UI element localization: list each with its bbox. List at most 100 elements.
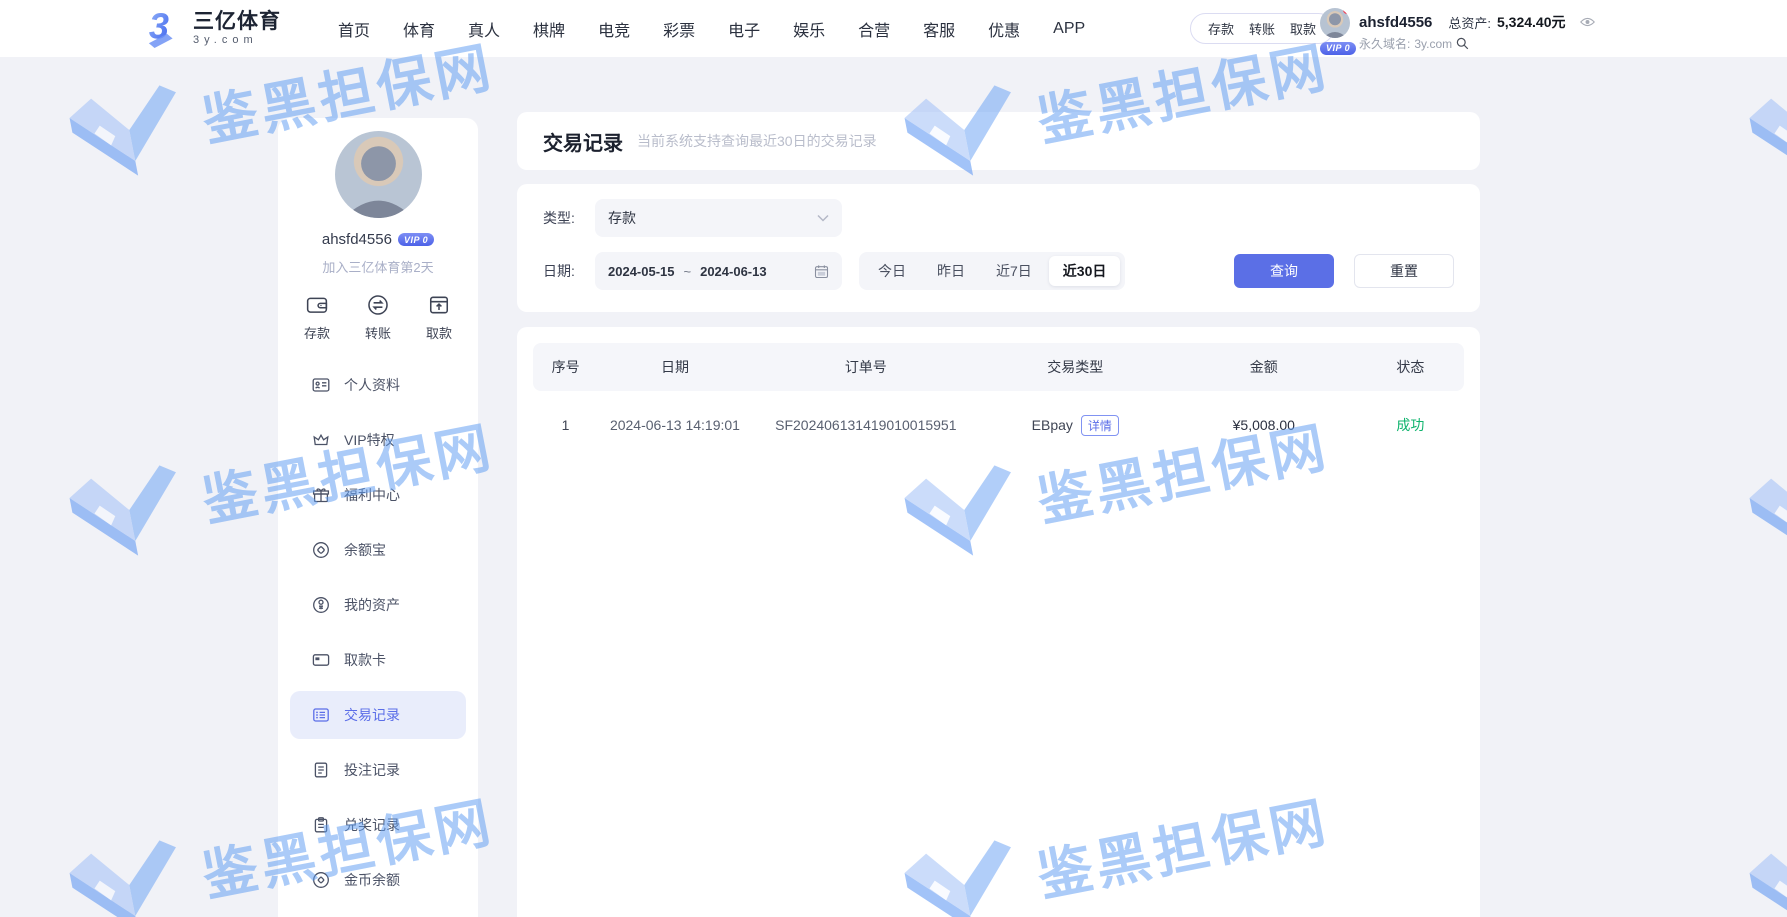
watermark-logo-icon <box>1731 824 1787 917</box>
vip-badge: VIP 0 <box>1320 42 1356 55</box>
nav-item-promo[interactable]: 优惠 <box>988 17 1020 41</box>
row-order-no: SF202406131419010015951 <box>752 417 980 433</box>
user-block: VIP 0 ahsfd4556 总资产: 5,324.40元 永久域名: 3y.… <box>1320 8 1595 56</box>
watermark-logo-icon <box>51 449 199 587</box>
row-status: 成功 <box>1357 415 1464 435</box>
sidebar-item-withdraw-card[interactable]: 取款卡 <box>290 636 466 684</box>
watermark: 鉴黑担保网 <box>1731 764 1787 917</box>
main-nav: 首页 体育 真人 棋牌 电竞 彩票 电子 娱乐 合营 客服 优惠 APP <box>338 0 1085 57</box>
range-yesterday[interactable]: 昨日 <box>923 256 979 286</box>
date-end-value: 2024-06-13 <box>700 264 767 279</box>
type-filter-label: 类型: <box>543 208 595 228</box>
nav-item-sports[interactable]: 体育 <box>403 17 435 41</box>
sidebar-item-assets[interactable]: 我的资产 <box>290 581 466 629</box>
vip-badge: VIP 0 <box>398 233 434 246</box>
sidebar-item-redeem-records[interactable]: 兑奖记录 <box>290 801 466 849</box>
reset-button[interactable]: 重置 <box>1354 254 1454 288</box>
search-button[interactable]: 查询 <box>1234 254 1334 288</box>
col-type: 交易类型 <box>980 357 1171 377</box>
quick-action-label: 取款 <box>426 323 452 342</box>
sidebar-item-label: 个人资料 <box>344 375 400 395</box>
filter-panel: 类型: 存款 日期: 2024-05-15 ~ 2024-06-13 今日 昨日… <box>517 184 1480 312</box>
sidebar-item-gold-balance[interactable]: 金币余额 <box>290 856 466 904</box>
nav-item-partner[interactable]: 合营 <box>858 17 890 41</box>
avatar-silhouette-icon <box>335 131 422 218</box>
range-7days[interactable]: 近7日 <box>982 256 1046 286</box>
date-range-input[interactable]: 2024-05-15 ~ 2024-06-13 <box>595 252 842 290</box>
watermark: 鉴黑担保网 <box>1731 389 1787 587</box>
sidebar-item-label: 兑奖记录 <box>344 815 400 835</box>
watermark-logo-icon <box>51 69 199 207</box>
nav-item-chess[interactable]: 棋牌 <box>533 17 565 41</box>
bet-record-icon <box>312 761 330 779</box>
transaction-list-icon <box>312 706 330 724</box>
watermark-logo-icon <box>1731 449 1787 587</box>
page: 3 三亿体育 3y.com 首页 体育 真人 棋牌 电竞 彩票 电子 娱乐 合营… <box>0 0 1787 917</box>
domain-label: 永久域名: <box>1359 35 1410 52</box>
search-icon[interactable] <box>1456 37 1469 50</box>
brand-name: 三亿体育 <box>193 11 281 32</box>
quick-actions: 存款 转账 取款 <box>278 294 478 342</box>
notification-dot <box>1343 8 1350 14</box>
quick-action-deposit[interactable]: 存款 <box>304 294 330 342</box>
date-filter-label: 日期: <box>543 261 595 281</box>
assets-value: 5,324.40元 <box>1497 12 1566 32</box>
sidebar-item-label: 取款卡 <box>344 650 386 670</box>
date-quick-ranges: 今日 昨日 近7日 近30日 <box>859 252 1125 290</box>
date-separator: ~ <box>684 264 692 279</box>
header-withdraw-link[interactable]: 取款 <box>1290 19 1316 38</box>
table-header: 序号 日期 订单号 交易类型 金额 状态 <box>533 343 1464 391</box>
calendar-icon[interactable] <box>814 264 829 279</box>
nav-item-service[interactable]: 客服 <box>923 17 955 41</box>
watermark-logo-icon <box>51 824 199 917</box>
range-today[interactable]: 今日 <box>864 256 920 286</box>
date-start-value: 2024-05-15 <box>608 264 675 279</box>
nav-item-home[interactable]: 首页 <box>338 17 370 41</box>
sidebar-item-yuebao[interactable]: 余额宝 <box>290 526 466 574</box>
range-30days[interactable]: 近30日 <box>1049 256 1121 286</box>
table-row: 1 2024-06-13 14:19:01 SF2024061314190100… <box>533 401 1464 449</box>
col-index: 序号 <box>533 357 598 377</box>
detail-button[interactable]: 详情 <box>1081 415 1119 436</box>
gift-icon <box>312 486 330 504</box>
coin-vault-icon <box>312 541 330 559</box>
sidebar-menu: 个人资料 VIP特权 福利中心 余额宝 我的资产 取款卡 <box>278 361 478 911</box>
col-amount: 金额 <box>1171 357 1357 377</box>
sidebar-username: ahsfd4556 <box>322 231 392 248</box>
sidebar-item-vip[interactable]: VIP特权 <box>290 416 466 464</box>
brand-logo[interactable]: 3 三亿体育 3y.com <box>146 7 281 49</box>
gold-coin-icon <box>312 871 330 889</box>
avatar[interactable] <box>335 131 422 218</box>
nav-item-esports[interactable]: 电竞 <box>598 17 630 41</box>
nav-item-live[interactable]: 真人 <box>468 17 500 41</box>
header-transfer-link[interactable]: 转账 <box>1249 19 1275 38</box>
sidebar-item-label: 福利中心 <box>344 485 400 505</box>
username: ahsfd4556 <box>1359 14 1432 31</box>
quick-action-transfer[interactable]: 转账 <box>365 294 391 342</box>
transfer-icon <box>367 294 389 316</box>
header-deposit-link[interactable]: 存款 <box>1208 19 1234 38</box>
nav-item-slots[interactable]: 电子 <box>728 17 760 41</box>
row-datetime: 2024-06-13 14:19:01 <box>598 417 752 433</box>
sidebar-item-label: 投注记录 <box>344 760 400 780</box>
nav-item-lottery[interactable]: 彩票 <box>663 17 695 41</box>
sidebar-item-bet-records[interactable]: 投注记录 <box>290 746 466 794</box>
type-select-value: 存款 <box>608 208 636 228</box>
avatar[interactable] <box>1320 8 1350 38</box>
type-select[interactable]: 存款 <box>595 199 842 237</box>
brand-domain: 3y.com <box>193 35 281 46</box>
profile-sidebar: ahsfd4556 VIP 0 加入三亿体育第2天 存款 转账 取款 个人资料 <box>278 118 478 917</box>
bank-card-icon <box>312 651 330 669</box>
chevron-down-icon <box>817 214 829 222</box>
quick-action-withdraw[interactable]: 取款 <box>426 294 452 342</box>
wallet-icon <box>306 294 328 316</box>
assets-label: 总资产: <box>1448 13 1491 32</box>
sidebar-item-transactions[interactable]: 交易记录 <box>290 691 466 739</box>
nav-item-app[interactable]: APP <box>1053 20 1085 38</box>
sidebar-item-welfare[interactable]: 福利中心 <box>290 471 466 519</box>
quick-action-label: 转账 <box>365 323 391 342</box>
eye-icon[interactable] <box>1580 17 1595 27</box>
nav-item-entertainment[interactable]: 娱乐 <box>793 17 825 41</box>
join-days-text: 加入三亿体育第2天 <box>322 257 433 276</box>
sidebar-item-profile[interactable]: 个人资料 <box>290 361 466 409</box>
